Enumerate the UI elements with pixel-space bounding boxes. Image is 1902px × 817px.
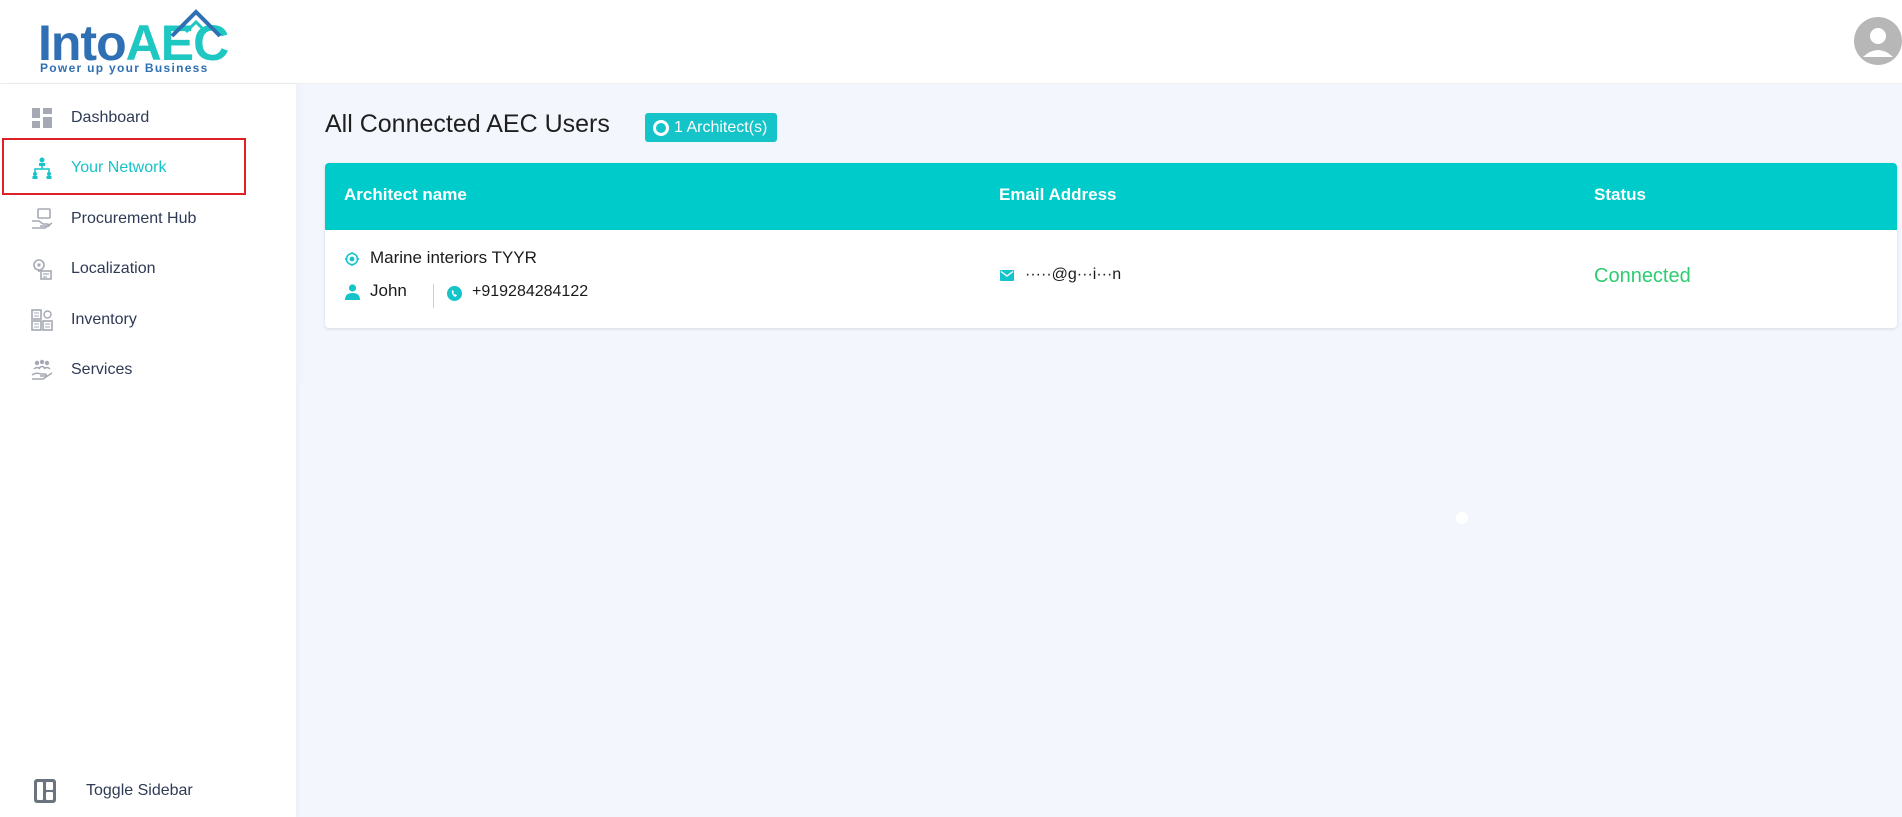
logo-roof-icon	[170, 9, 222, 38]
procurement-icon	[30, 207, 54, 231]
sidebar-item-dashboard[interactable]: Dashboard	[30, 101, 260, 135]
column-header-architect-name[interactable]: Architect name	[344, 185, 467, 205]
company-name: Marine interiors TYYR	[370, 248, 537, 267]
background-dot	[1456, 512, 1468, 524]
company-icon	[345, 252, 359, 266]
dashboard-icon	[30, 106, 54, 130]
top-header: IntoAEC Power up your Business	[0, 0, 1902, 84]
toggle-sidebar-label: Toggle Sidebar	[86, 782, 193, 799]
sidebar-shadow	[296, 84, 304, 384]
circle-icon	[653, 119, 669, 136]
email-icon	[1000, 270, 1014, 281]
sidebar-item-label: Localization	[71, 260, 156, 277]
contact-name: John	[370, 281, 407, 300]
sidebar-item-your-network[interactable]: Your Network	[30, 151, 260, 185]
sidebar-item-label: Services	[71, 361, 133, 378]
phone-icon	[447, 286, 462, 301]
toggle-sidebar-icon	[34, 779, 56, 803]
network-icon	[30, 156, 54, 180]
user-avatar[interactable]	[1854, 17, 1902, 65]
page-title: All Connected AEC Users	[325, 110, 610, 138]
sidebar-item-label: Your Network	[71, 159, 167, 176]
column-header-status[interactable]: Status	[1594, 185, 1646, 205]
sidebar-item-services[interactable]: Services	[30, 353, 260, 387]
logo-tagline: Power up your Business	[40, 61, 209, 75]
sidebar-item-label: Procurement Hub	[71, 210, 197, 227]
architect-count-badge: 1 Architect(s)	[645, 113, 778, 142]
toggle-sidebar-button[interactable]: Toggle Sidebar	[34, 776, 193, 806]
sidebar-item-label: Inventory	[71, 311, 137, 328]
person-icon	[345, 284, 360, 300]
localization-icon	[30, 257, 54, 281]
user-avatar-icon	[1863, 28, 1893, 57]
table-header: Architect name Email Address Status	[325, 163, 1897, 230]
services-icon	[30, 358, 54, 382]
architect-count-label: 1 Architect(s)	[674, 118, 768, 136]
contact-divider	[433, 284, 434, 308]
sidebar-item-inventory[interactable]: Inventory	[30, 303, 260, 337]
column-header-email[interactable]: Email Address	[999, 185, 1116, 205]
sidebar-item-label: Dashboard	[71, 109, 150, 126]
inventory-icon	[30, 308, 54, 332]
email-address[interactable]: ·····@g···i···n	[1025, 266, 1121, 284]
contact-phone: +919284284122	[472, 283, 589, 300]
sidebar-item-localization[interactable]: Localization	[30, 252, 260, 286]
intoaec-logo[interactable]: IntoAEC Power up your Business	[36, 9, 229, 76]
sidebar-item-procurement-hub[interactable]: Procurement Hub	[30, 202, 260, 236]
status-badge: Connected	[1594, 265, 1691, 287]
connected-users-table: Architect name Email Address Status Mari…	[325, 163, 1897, 328]
table-row[interactable]: Marine interiors TYYR John +919284284122…	[325, 230, 1897, 328]
